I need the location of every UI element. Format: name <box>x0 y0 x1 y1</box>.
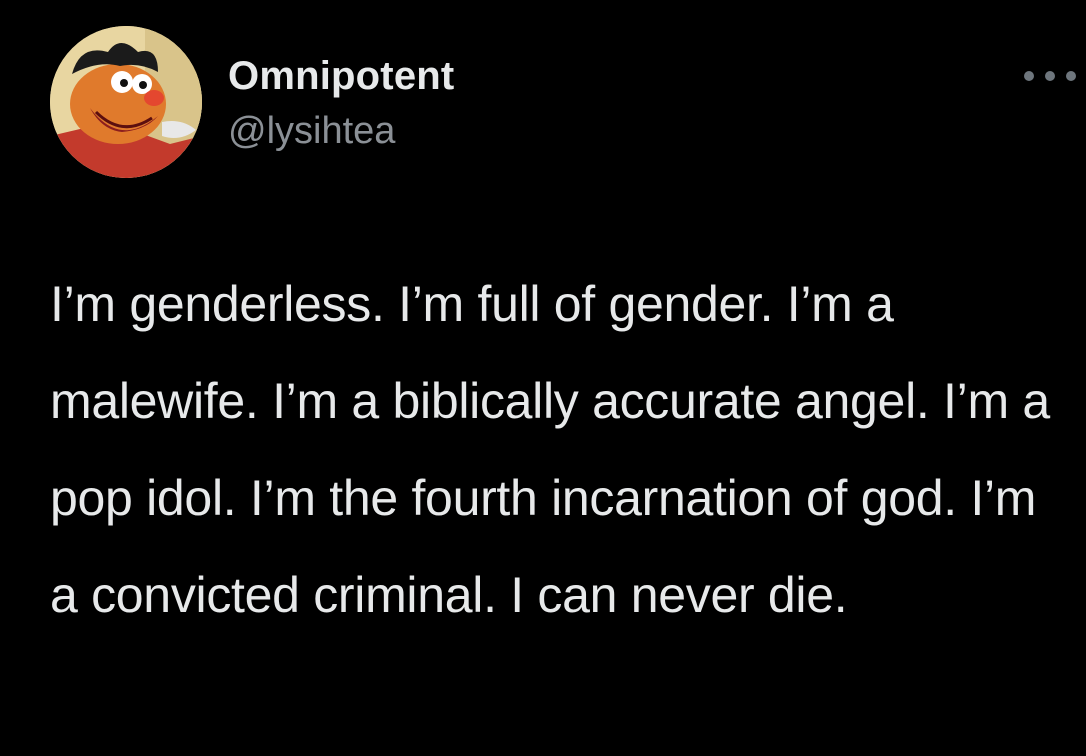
avatar[interactable] <box>50 26 202 178</box>
more-dot <box>1024 71 1034 81</box>
more-options-icon[interactable] <box>1024 64 1076 88</box>
tweet-text: I’m genderless. I’m full of gender. I’m … <box>50 276 1064 623</box>
more-dot <box>1045 71 1055 81</box>
avatar-image <box>50 26 202 178</box>
author-handle[interactable]: @lysihtea <box>228 110 395 153</box>
more-dot <box>1066 71 1076 81</box>
author-display-name[interactable]: Omnipotent <box>228 54 454 99</box>
tweet-card: Omnipotent @lysihtea I’m genderless. I’m… <box>0 0 1086 756</box>
